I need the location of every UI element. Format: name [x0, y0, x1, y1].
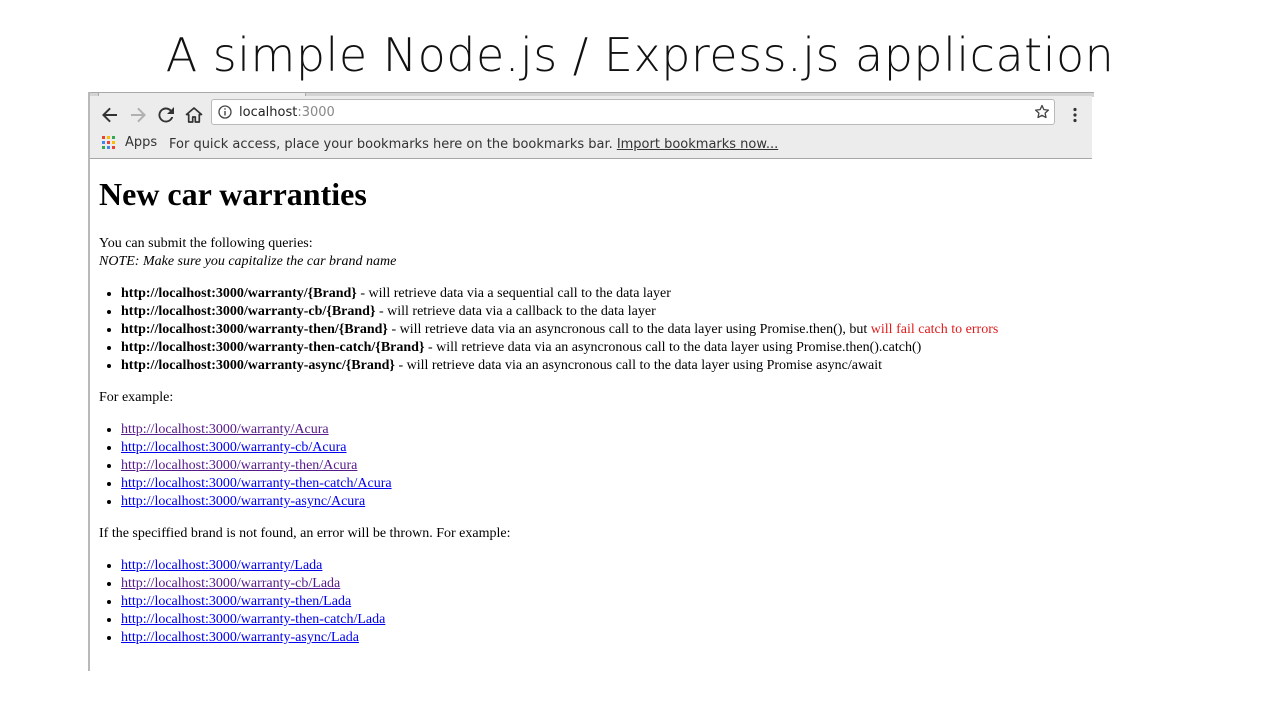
bookmarks-hint-text: For quick access, place your bookmarks h… — [169, 137, 613, 152]
query-desc: - will retrieve data via an asyncronous … — [387, 321, 871, 337]
back-arrow-icon — [102, 107, 117, 123]
list-item: http://localhost:3000/warranty-cb/Lada — [121, 575, 1089, 593]
info-icon[interactable] — [218, 105, 232, 119]
list-item: http://localhost:3000/warranty-then/Lada — [121, 593, 1089, 611]
query-desc: - will retrieve data via an asyncronous … — [394, 357, 883, 373]
menu-button[interactable] — [1065, 103, 1085, 127]
url-port: :3000 — [297, 105, 335, 120]
list-item: http://localhost:3000/warranty-cb/Acura — [121, 439, 1089, 457]
bookmarks-bar: Apps For quick access, place your bookma… — [90, 132, 1090, 156]
error-intro: If the speciffied brand is not found, an… — [99, 525, 511, 541]
error-example-link[interactable]: http://localhost:3000/warranty-then/Lada — [121, 594, 351, 609]
list-item: http://localhost:3000/warranty-then/Acur… — [121, 457, 1089, 475]
query-route: http://localhost:3000/warranty-cb/{Brand… — [121, 303, 376, 319]
list-item: http://localhost:3000/warranty-then-catc… — [121, 475, 1089, 493]
address-bar[interactable]: localhost:3000 — [211, 99, 1055, 125]
query-route: http://localhost:3000/warranty-then-catc… — [121, 339, 425, 355]
intro-text: You can submit the following queries: — [99, 235, 313, 251]
url-host: localhost — [239, 105, 298, 120]
menu-dots-icon — [1073, 107, 1077, 123]
query-route: http://localhost:3000/warranty-then/{Bra… — [121, 321, 388, 337]
example-link[interactable]: http://localhost:3000/warranty-then/Acur… — [121, 458, 357, 473]
import-bookmarks-link[interactable]: Import bookmarks now... — [617, 137, 778, 152]
slide-title: A simple Node.js / Express.js applicatio… — [165, 28, 1115, 82]
list-item: http://localhost:3000/warranty/{Brand} -… — [121, 285, 1089, 303]
apps-shortcut[interactable]: Apps — [102, 135, 157, 150]
query-route: http://localhost:3000/warranty-async/{Br… — [121, 357, 395, 373]
error-example-link[interactable]: http://localhost:3000/warranty-then-catc… — [121, 612, 385, 627]
query-desc: - will retrieve data via a sequential ca… — [356, 285, 671, 301]
error-warning: will fail catch to errors — [870, 321, 999, 337]
browser-window: localhost:3000 Apps For quick access, pl… — [88, 92, 1094, 671]
apps-grid-icon — [102, 135, 115, 149]
example-link[interactable]: http://localhost:3000/warranty-async/Acu… — [121, 494, 365, 509]
list-item: http://localhost:3000/warranty-then-catc… — [121, 339, 1089, 357]
example-intro: For example: — [99, 389, 174, 405]
note-text: NOTE: Make sure you capitalize the car b… — [99, 253, 397, 269]
example-link[interactable]: http://localhost:3000/warranty-cb/Acura — [121, 440, 347, 455]
example-link[interactable]: http://localhost:3000/warranty-then-catc… — [121, 476, 392, 491]
list-item: http://localhost:3000/warranty-async/{Br… — [121, 357, 1089, 375]
forward-button[interactable] — [126, 103, 150, 127]
list-item: http://localhost:3000/warranty/Lada — [121, 557, 1089, 575]
example-list: http://localhost:3000/warranty/Acura htt… — [99, 421, 1089, 511]
list-item: http://localhost:3000/warranty-then-catc… — [121, 611, 1089, 629]
error-example-link[interactable]: http://localhost:3000/warranty-async/Lad… — [121, 630, 359, 645]
example-link[interactable]: http://localhost:3000/warranty/Acura — [121, 422, 329, 437]
browser-toolbar: localhost:3000 Apps For quick access, pl… — [90, 96, 1092, 159]
home-icon — [185, 107, 203, 123]
error-example-link[interactable]: http://localhost:3000/warranty-cb/Lada — [121, 576, 340, 591]
home-button[interactable] — [182, 103, 206, 127]
list-item: http://localhost:3000/warranty-async/Lad… — [121, 629, 1089, 647]
list-item: http://localhost:3000/warranty-then/{Bra… — [121, 321, 1089, 339]
reload-button[interactable] — [154, 103, 178, 127]
error-example-list: http://localhost:3000/warranty/Lada http… — [99, 557, 1089, 647]
reload-icon — [158, 107, 174, 123]
query-desc: - will retrieve data via an asyncronous … — [424, 339, 922, 355]
list-item: http://localhost:3000/warranty/Acura — [121, 421, 1089, 439]
page-heading: New car warranties — [99, 176, 367, 212]
bookmarks-hint: For quick access, place your bookmarks h… — [169, 137, 778, 152]
query-desc: - will retrieve data via a callback to t… — [375, 303, 656, 319]
list-item: http://localhost:3000/warranty-async/Acu… — [121, 493, 1089, 511]
list-item: http://localhost:3000/warranty-cb/{Brand… — [121, 303, 1089, 321]
back-button[interactable] — [98, 103, 122, 127]
query-list: http://localhost:3000/warranty/{Brand} -… — [99, 285, 1089, 375]
page-content: New car warranties You can submit the fo… — [99, 176, 1089, 661]
error-example-link[interactable]: http://localhost:3000/warranty/Lada — [121, 558, 322, 573]
forward-arrow-icon — [131, 107, 146, 123]
url-text[interactable]: localhost:3000 — [239, 105, 335, 120]
star-icon[interactable] — [1034, 104, 1050, 120]
apps-label: Apps — [125, 135, 158, 150]
query-route: http://localhost:3000/warranty/{Brand} — [121, 285, 357, 301]
